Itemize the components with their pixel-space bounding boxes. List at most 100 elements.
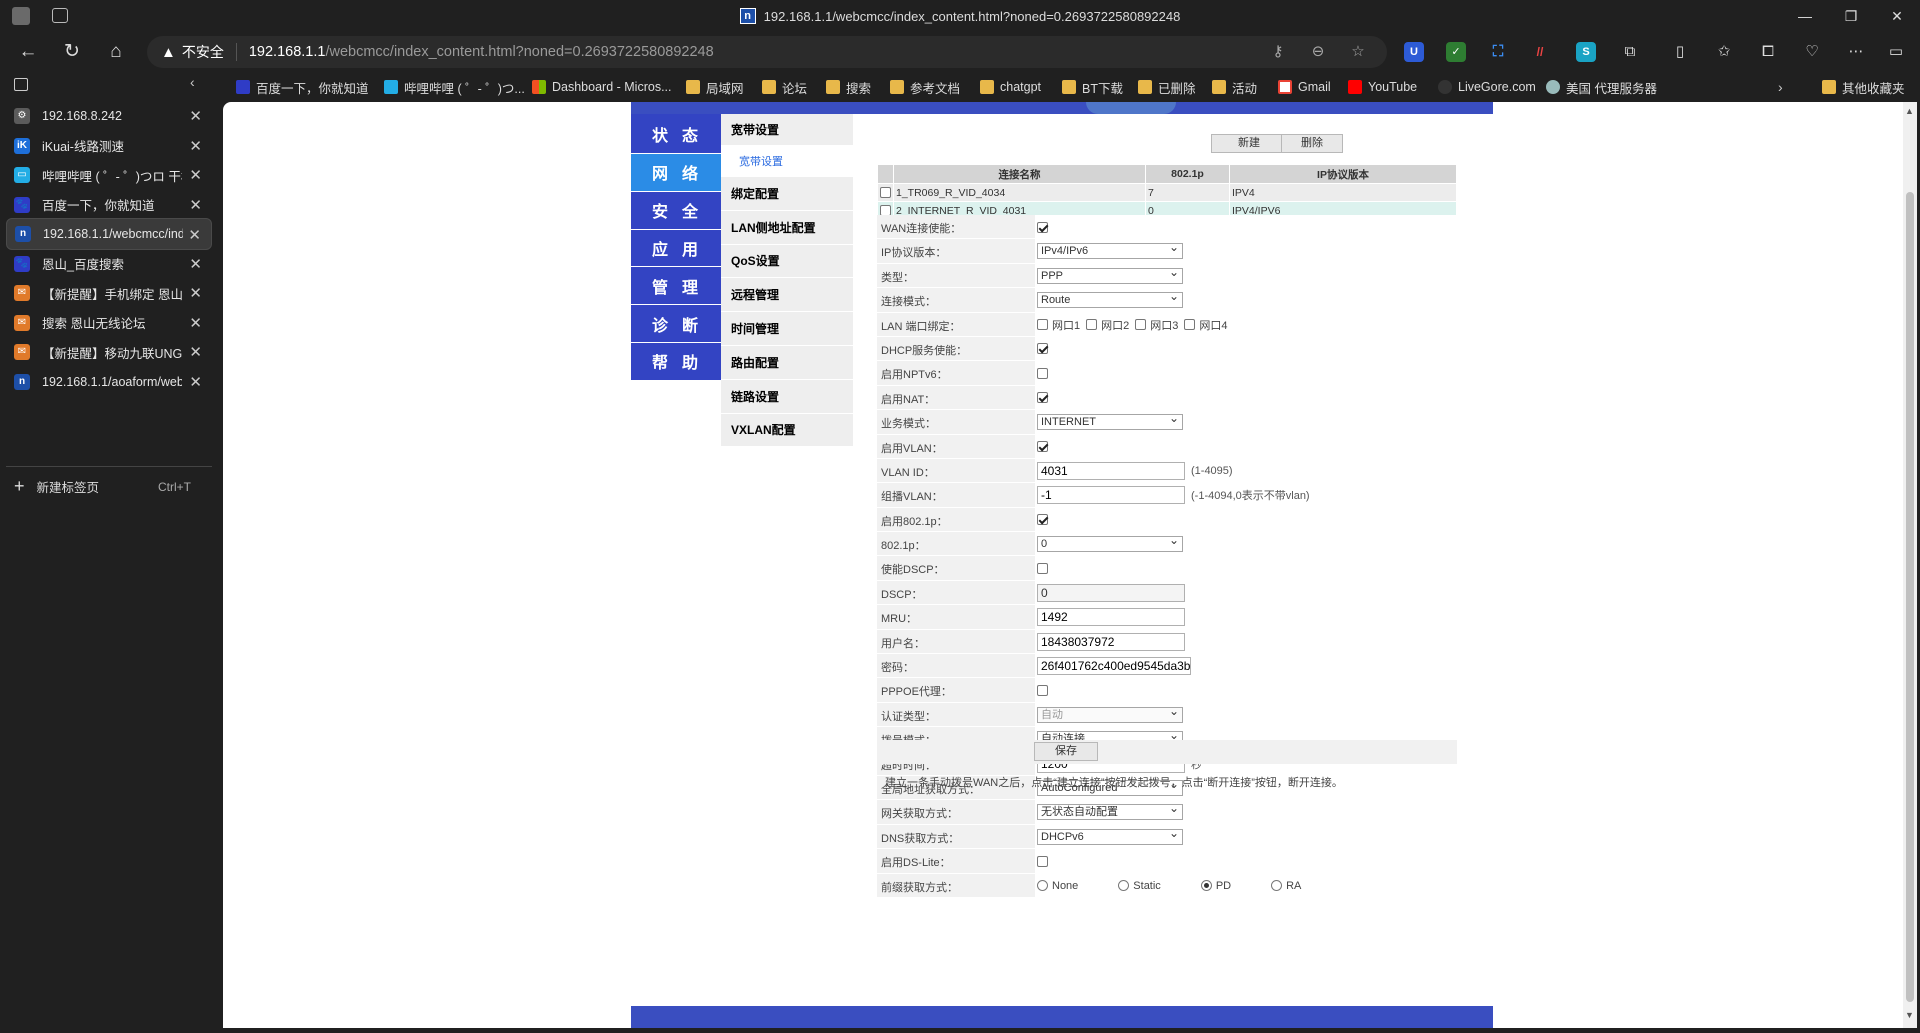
bookmark-folder-lan[interactable]: 局域网 xyxy=(686,78,744,96)
tab-item[interactable]: iK iKuai-线路测速 ✕ xyxy=(6,130,212,162)
save-button[interactable]: 保存 xyxy=(1034,742,1098,761)
key-icon[interactable]: ⚷ xyxy=(1268,42,1288,62)
row-checkbox-cell[interactable] xyxy=(877,183,894,202)
main-nav-item[interactable]: 帮助 xyxy=(631,342,721,381)
favorite-star-icon[interactable]: ☆ xyxy=(1348,42,1368,62)
nptv6-checkbox[interactable] xyxy=(1037,367,1048,379)
close-tab-icon[interactable]: ✕ xyxy=(189,373,202,391)
table-row[interactable]: 1_TR069_R_VID_4034 7 IPV4 xyxy=(877,183,1457,202)
tab-panel-icon[interactable] xyxy=(14,78,28,91)
main-nav-item[interactable]: 管理 xyxy=(631,267,721,306)
bookmark-baidu[interactable]: 百度一下，你就知道 xyxy=(236,78,369,96)
sub-nav-item[interactable]: 路由配置 xyxy=(721,345,853,380)
close-tab-icon[interactable]: ✕ xyxy=(189,137,202,155)
bookmark-folder-search[interactable]: 搜索 xyxy=(826,78,871,96)
bookmark-youtube[interactable]: YouTube xyxy=(1348,78,1417,96)
pause-extension-icon[interactable]: // xyxy=(1530,42,1550,62)
p8021-enable-checkbox[interactable] xyxy=(1037,514,1048,526)
tab-item[interactable]: ✉ 搜索 恩山无线论坛 ✕ xyxy=(6,307,212,339)
close-tab-icon[interactable]: ✕ xyxy=(189,255,202,273)
favorites-icon[interactable]: ✩ xyxy=(1714,42,1734,62)
tab-item[interactable]: n 192.168.1.1/aoaform/web_ ✕ xyxy=(6,366,212,398)
performance-icon[interactable]: ♡ xyxy=(1802,42,1822,62)
ip-version-select[interactable]: IPv4/IPv6 xyxy=(1037,240,1183,260)
delete-button[interactable]: 删除 xyxy=(1281,134,1343,153)
close-tab-icon[interactable]: ✕ xyxy=(189,284,202,302)
bookmark-dashboard[interactable]: Dashboard - Micros... xyxy=(532,78,671,96)
tab-item[interactable]: n 192.168.1.1/webcmcc/inde ✕ xyxy=(6,218,212,250)
sub-nav-item[interactable]: VXLAN配置 xyxy=(721,413,853,448)
bookmark-folder-deleted[interactable]: 已删除 xyxy=(1138,78,1196,96)
nat-checkbox[interactable] xyxy=(1037,392,1048,404)
bookmarks-overflow-chevron-icon[interactable]: › xyxy=(1778,78,1783,96)
new-button[interactable]: 新建 xyxy=(1211,134,1287,153)
sub-nav-item[interactable]: 宽带设置 xyxy=(721,146,853,177)
dslite-checkbox[interactable] xyxy=(1037,855,1048,867)
type-select[interactable]: PPP xyxy=(1037,265,1183,284)
bookmark-folder-activity[interactable]: 活动 xyxy=(1212,78,1257,96)
new-tab-button[interactable]: + 新建标签页 Ctrl+T xyxy=(14,476,194,497)
split-screen-icon[interactable]: ▯ xyxy=(1670,42,1690,62)
vlan-enable-checkbox[interactable] xyxy=(1037,441,1048,453)
main-nav-item[interactable]: 诊断 xyxy=(631,305,721,343)
close-tab-icon[interactable]: ✕ xyxy=(189,107,202,125)
tab-item[interactable]: ▭ 哔哩哔哩 ( ゜- ゜)つロ 干杯 ✕ xyxy=(6,159,212,191)
url-host[interactable]: 192.168.1.1 xyxy=(249,44,326,60)
auth-type-select[interactable]: 自动 xyxy=(1037,704,1183,723)
prefix-static-radio[interactable] xyxy=(1118,880,1130,892)
sub-nav-item[interactable]: 链路设置 xyxy=(721,379,853,414)
tab-item[interactable]: ✉ 【新提醒】移动九联UNG9 ✕ xyxy=(6,336,212,368)
scrollbar-thumb[interactable] xyxy=(1906,192,1914,1002)
minimize-button[interactable]: — xyxy=(1782,0,1828,32)
port1-checkbox[interactable] xyxy=(1037,319,1048,331)
prefix-none-radio[interactable] xyxy=(1037,880,1048,892)
crop-extension-icon[interactable]: ⛶ xyxy=(1488,42,1508,62)
dns-select[interactable]: DHCPv6 xyxy=(1037,826,1183,845)
bookmark-bilibili[interactable]: 哔哩哔哩 ( ゜- ゜)つ... xyxy=(384,78,525,96)
warning-icon[interactable]: ▲ xyxy=(161,44,176,61)
bookmark-livegore[interactable]: LiveGore.com xyxy=(1438,78,1536,96)
vlan-id-input[interactable]: 4031 xyxy=(1037,461,1185,480)
sub-nav-item[interactable]: 宽带设置 xyxy=(721,114,853,146)
scroll-down-icon[interactable]: ▼ xyxy=(1905,1010,1914,1020)
bookmark-folder-chatgpt[interactable]: chatgpt xyxy=(980,78,1041,96)
scroll-up-icon[interactable]: ▲ xyxy=(1905,106,1914,116)
tab-item[interactable]: ✉ 【新提醒】手机绑定 恩山无 ✕ xyxy=(6,277,212,309)
more-menu-icon[interactable]: ⋯ xyxy=(1846,42,1866,62)
multicast-vlan-input[interactable]: -1 xyxy=(1037,486,1185,505)
gateway-select[interactable]: 无状态自动配置 xyxy=(1037,801,1183,821)
url-path[interactable]: /webcmcc/index_content.html?noned=0.2693… xyxy=(325,44,713,60)
port2-checkbox[interactable] xyxy=(1086,319,1098,331)
page-scrollbar[interactable]: ▲ ▼ xyxy=(1903,102,1917,1028)
conn-mode-select[interactable]: Route xyxy=(1037,289,1183,309)
port3-checkbox[interactable] xyxy=(1135,319,1147,331)
other-bookmarks-folder[interactable]: 其他收藏夹 xyxy=(1822,78,1905,96)
close-tab-icon[interactable]: ✕ xyxy=(189,196,202,214)
collections-icon[interactable]: ⧠ xyxy=(1758,42,1778,62)
tab-item[interactable]: ⚙ 192.168.8.242 ✕ xyxy=(6,100,212,132)
service-mode-select[interactable]: INTERNET xyxy=(1037,411,1183,431)
pppoe-proxy-checkbox[interactable] xyxy=(1037,684,1048,696)
zoom-icon[interactable]: ⊖ xyxy=(1308,42,1328,62)
sub-nav-item[interactable]: 绑定配置 xyxy=(721,177,853,211)
mru-input[interactable]: 1492 xyxy=(1037,608,1185,627)
main-nav-item[interactable]: 状态 xyxy=(631,114,721,154)
home-icon[interactable]: ⌂ xyxy=(104,40,128,64)
dscp-input[interactable]: 0 xyxy=(1037,583,1185,602)
bookmark-folder-bt[interactable]: BT下载 xyxy=(1062,78,1123,96)
close-tab-icon[interactable]: ✕ xyxy=(189,314,202,332)
dscp-enable-checkbox[interactable] xyxy=(1037,562,1048,574)
refresh-icon[interactable]: ↻ xyxy=(60,40,84,64)
s-extension-icon[interactable]: S xyxy=(1576,42,1596,62)
shield-extension-icon[interactable]: ✓ xyxy=(1446,42,1466,62)
prefix-ra-radio[interactable] xyxy=(1271,880,1283,892)
dhcp-checkbox[interactable] xyxy=(1037,343,1048,355)
bookmark-proxy[interactable]: 美国 代理服务器 xyxy=(1546,78,1657,96)
extensions-icon[interactable]: ⧉ xyxy=(1620,42,1640,62)
row-name[interactable]: 1_TR069_R_VID_4034 xyxy=(893,183,1146,202)
bookmark-folder-forum[interactable]: 论坛 xyxy=(762,78,807,96)
insecure-label[interactable]: 不安全 xyxy=(182,42,224,62)
main-nav-item[interactable]: 应用 xyxy=(631,229,721,268)
bitwarden-extension-icon[interactable]: U xyxy=(1404,42,1424,62)
prefix-pd-radio[interactable] xyxy=(1200,880,1212,892)
